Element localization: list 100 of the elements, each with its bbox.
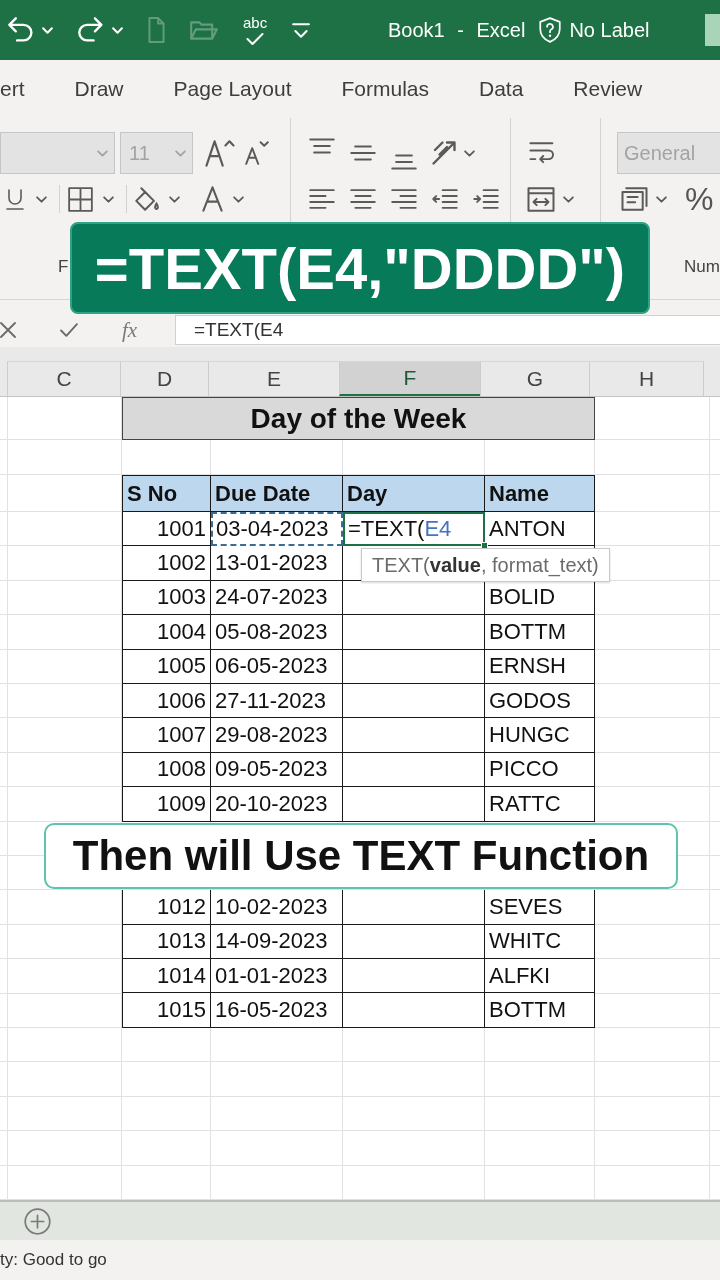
table-cell: 1009 xyxy=(122,787,211,822)
table-cell: 1005 xyxy=(122,649,211,684)
table-cell: PICCO xyxy=(485,752,595,788)
table-cell: 27-11-2023 xyxy=(211,683,343,719)
caret-icon[interactable] xyxy=(103,195,114,203)
overflow-menu-icon[interactable] xyxy=(292,22,311,38)
ribbon-tab[interactable]: Draw xyxy=(74,60,124,118)
table-cell: 16-05-2023 xyxy=(211,993,343,1028)
borders-icon[interactable] xyxy=(68,186,93,212)
table-cell: ALFKI xyxy=(485,959,595,994)
sensitivity-label[interactable]: No Label xyxy=(569,18,650,42)
table-cell: RATTC xyxy=(485,787,595,822)
table-cell: BOTTM xyxy=(485,615,595,650)
table-cell: 1014 xyxy=(122,959,211,994)
font-color-icon[interactable] xyxy=(202,186,223,212)
ribbon-tab[interactable]: Data xyxy=(479,60,524,118)
check-icon xyxy=(246,33,265,45)
caret-icon[interactable] xyxy=(563,195,574,203)
formula-cell[interactable]: =TEXT(E4 xyxy=(343,512,485,547)
table-cell: 03-04-2023 xyxy=(211,512,343,547)
group-label: F xyxy=(58,256,69,278)
table-cell: 1001 xyxy=(122,512,211,547)
caret-icon[interactable] xyxy=(169,195,180,203)
sheet-title-cell: Day of the Week xyxy=(122,397,595,440)
table-cell: 13-01-2023 xyxy=(211,546,343,581)
table-cell: 1007 xyxy=(122,718,211,753)
undo-icon[interactable] xyxy=(8,17,34,43)
ribbon-tab[interactable]: Formulas xyxy=(341,60,429,118)
table-cell: 29-08-2023 xyxy=(211,718,343,753)
align-center-icon[interactable] xyxy=(350,189,376,209)
table-header-cell: S No xyxy=(122,475,211,512)
caret-icon xyxy=(175,149,186,157)
column-header[interactable]: C xyxy=(7,361,121,396)
align-left-icon[interactable] xyxy=(309,189,335,209)
caret-icon[interactable] xyxy=(656,195,667,203)
table-cell: 09-05-2023 xyxy=(211,752,343,788)
table-header-cell: Name xyxy=(485,475,595,512)
underline-icon[interactable] xyxy=(6,188,24,210)
table-cell: 1015 xyxy=(122,993,211,1028)
table-header-cell: Due Date xyxy=(211,475,343,512)
caption-banner: Then will Use TEXT Function xyxy=(44,822,678,890)
table-cell: 1012 xyxy=(122,890,211,925)
ribbon-tab[interactable]: Page Layout xyxy=(173,60,292,118)
table-cell: HUNGC xyxy=(485,718,595,753)
column-header[interactable]: F xyxy=(339,361,481,396)
orientation-icon[interactable] xyxy=(432,141,456,165)
caret-icon xyxy=(97,149,108,157)
table-cell: 1013 xyxy=(122,924,211,960)
wrap-text-icon[interactable] xyxy=(529,142,555,164)
table-cell: SEVES xyxy=(485,890,595,925)
window-title: Book1 - Excel xyxy=(388,18,526,42)
align-bottom-icon[interactable] xyxy=(391,154,417,170)
table-cell: BOTTM xyxy=(485,993,595,1028)
table-cell: WHITC xyxy=(485,924,595,960)
ribbon-tab[interactable]: Review xyxy=(573,60,643,118)
enter-icon[interactable] xyxy=(60,323,78,337)
table-header-cell: Day xyxy=(343,475,485,512)
table-cell: 06-05-2023 xyxy=(211,649,343,684)
table-cell: 20-10-2023 xyxy=(211,787,343,822)
shrink-font-icon[interactable] xyxy=(245,141,269,165)
shield-icon xyxy=(539,17,562,43)
caret-icon[interactable] xyxy=(36,195,47,203)
increase-indent-icon[interactable] xyxy=(473,189,499,209)
percent-style-button[interactable]: % xyxy=(685,182,714,216)
paint-bucket-icon[interactable] xyxy=(135,187,159,211)
table-cell: 05-08-2023 xyxy=(211,615,343,650)
ribbon-tab[interactable]: ert xyxy=(0,60,25,118)
table-cell: 1006 xyxy=(122,683,211,719)
group-label: Num xyxy=(684,256,720,278)
table-cell: ERNSH xyxy=(485,649,595,684)
stacked-cards-icon[interactable] xyxy=(621,187,648,211)
caret-icon[interactable] xyxy=(464,149,475,157)
formula-caption-banner: =TEXT(E4,"DDDD") xyxy=(70,222,650,314)
align-middle-icon[interactable] xyxy=(350,145,376,161)
table-cell: 14-09-2023 xyxy=(211,924,343,960)
function-tooltip: TEXT(value, format_text) xyxy=(361,548,610,583)
decrease-indent-icon[interactable] xyxy=(432,189,458,209)
table-cell: ANTON xyxy=(485,512,595,547)
table-cell: 1004 xyxy=(122,615,211,650)
spelling-button[interactable]: abc xyxy=(243,15,268,45)
table-cell: 24-07-2023 xyxy=(211,580,343,616)
table-cell: 10-02-2023 xyxy=(211,890,343,925)
merge-cells-icon[interactable] xyxy=(527,186,555,212)
table-cell: GODOS xyxy=(485,683,595,719)
table-cell: 1002 xyxy=(122,546,211,581)
column-header[interactable]: H xyxy=(589,361,704,396)
table-cell: 01-01-2023 xyxy=(211,959,343,994)
table-cell: BOLID xyxy=(485,580,595,616)
grow-font-icon[interactable] xyxy=(205,139,235,167)
table-cell: 1008 xyxy=(122,752,211,788)
redo-icon[interactable] xyxy=(78,17,104,43)
status-text: ty: Good to go xyxy=(0,1250,107,1270)
formula-input[interactable]: =TEXT(E4 xyxy=(175,315,720,345)
insert-function-button[interactable]: fx xyxy=(122,317,138,343)
column-header[interactable]: G xyxy=(480,361,590,396)
cancel-icon[interactable] xyxy=(0,322,16,338)
align-top-icon[interactable] xyxy=(309,138,335,154)
add-sheet-icon[interactable] xyxy=(24,1207,51,1235)
align-right-icon[interactable] xyxy=(391,189,417,209)
caret-icon[interactable] xyxy=(233,195,244,203)
